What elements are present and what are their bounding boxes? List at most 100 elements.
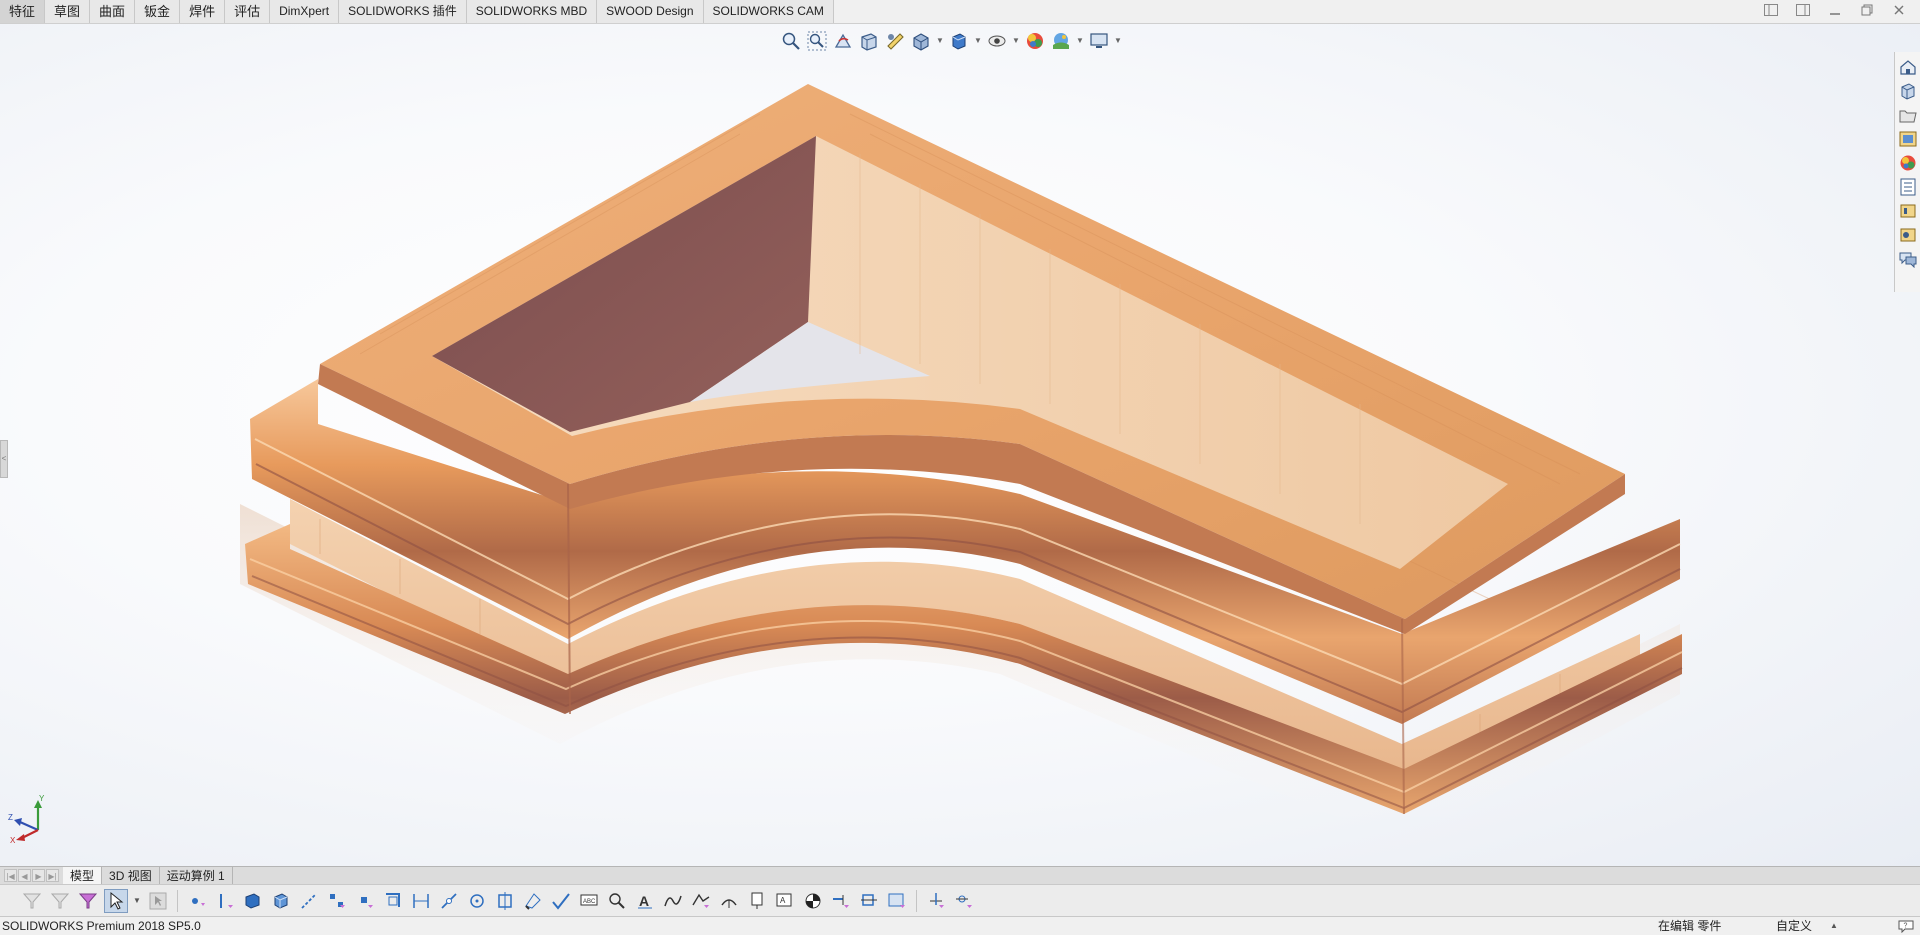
swood-icon[interactable] bbox=[1897, 224, 1919, 245]
edit-appearance-icon[interactable] bbox=[1024, 30, 1046, 52]
tab-evaluate[interactable]: 评估 bbox=[225, 0, 271, 23]
apply-scene-icon[interactable] bbox=[1050, 30, 1072, 52]
select-dimension-icon[interactable] bbox=[409, 889, 433, 913]
units-selector[interactable]: 自定义 bbox=[1776, 917, 1812, 935]
file-explorer-icon[interactable] bbox=[1897, 104, 1919, 125]
tab-model[interactable]: 模型 bbox=[63, 866, 103, 885]
select-vertex-icon[interactable] bbox=[185, 889, 209, 913]
tab-features[interactable]: 特征 bbox=[0, 0, 46, 23]
heads-up-view-toolbar: ▼ ▼ ▼ ▼ ▼ bbox=[780, 28, 1122, 54]
select-center-mark-icon[interactable] bbox=[924, 889, 948, 913]
tab-weldments[interactable]: 焊件 bbox=[180, 0, 226, 23]
command-manager-tabs: 特征 草图 曲面 钣金 焊件 评估 DimXpert SOLIDWORKS 插件… bbox=[0, 0, 1920, 24]
display-style-caret[interactable]: ▼ bbox=[974, 30, 982, 52]
svg-text:A: A bbox=[639, 893, 649, 909]
toolbar-separator bbox=[177, 889, 178, 912]
view-orientation-caret[interactable]: ▼ bbox=[936, 30, 944, 52]
select-surface-body-icon[interactable] bbox=[689, 889, 713, 913]
graphics-area[interactable]: ▼ ▼ ▼ ▼ ▼ < Y Z X bbox=[0, 24, 1920, 866]
comments-icon[interactable] bbox=[1897, 248, 1919, 269]
view-settings-caret[interactable]: ▼ bbox=[1114, 30, 1122, 52]
triad-y-label: Y bbox=[39, 794, 45, 803]
select-pointer-icon[interactable] bbox=[104, 888, 128, 913]
previous-view-icon[interactable] bbox=[832, 30, 854, 52]
select-face-icon[interactable] bbox=[241, 889, 265, 913]
svg-text:ABC: ABC bbox=[583, 899, 596, 905]
tab-sketch[interactable]: 草图 bbox=[45, 0, 91, 23]
filter-toggle-icon[interactable] bbox=[48, 889, 72, 913]
select-datum-icon[interactable] bbox=[745, 889, 769, 913]
units-caret-icon[interactable]: ▲ bbox=[1830, 917, 1838, 935]
selection-filter-icon[interactable] bbox=[76, 889, 100, 913]
custom-properties-icon[interactable] bbox=[1897, 176, 1919, 197]
feature-manager-expand-handle[interactable]: < bbox=[0, 440, 8, 478]
tab-solidworks-addins[interactable]: SOLIDWORKS 插件 bbox=[339, 0, 467, 23]
display-style-icon[interactable] bbox=[948, 30, 970, 52]
design-library-icon[interactable] bbox=[1897, 80, 1919, 101]
tile-left-icon[interactable] bbox=[1762, 4, 1780, 20]
section-view-icon[interactable] bbox=[858, 30, 880, 52]
tab-surfaces[interactable]: 曲面 bbox=[90, 0, 136, 23]
next-tab-icon[interactable]: ▶ bbox=[32, 869, 45, 882]
select-plane-icon[interactable] bbox=[493, 889, 517, 913]
quick-tips-icon[interactable]: ? bbox=[1898, 919, 1914, 933]
tab-dimxpert[interactable]: DimXpert bbox=[270, 0, 340, 23]
status-bar: SOLIDWORKS Premium 2018 SP5.0 在编辑 零件 自定义… bbox=[0, 916, 1920, 935]
zoom-to-fit-icon[interactable] bbox=[780, 30, 802, 52]
wood-box-model[interactable] bbox=[0, 24, 1920, 866]
svg-text:?: ? bbox=[1904, 923, 1908, 930]
select-annotation-icon[interactable] bbox=[605, 889, 629, 913]
select-table-icon[interactable] bbox=[885, 889, 909, 913]
restore-icon[interactable] bbox=[1858, 4, 1876, 20]
select-body-icon[interactable] bbox=[269, 889, 293, 913]
hide-show-items-caret[interactable]: ▼ bbox=[1012, 30, 1020, 52]
select-midpoint-icon[interactable] bbox=[353, 889, 377, 913]
select-sketch-point-icon[interactable] bbox=[325, 889, 349, 913]
zoom-to-area-icon[interactable] bbox=[806, 30, 828, 52]
tab-sheet-metal[interactable]: 钣金 bbox=[135, 0, 181, 23]
select-text-icon[interactable]: A bbox=[633, 889, 657, 913]
select-other-icon[interactable] bbox=[146, 889, 170, 913]
minimize-icon[interactable] bbox=[1826, 4, 1844, 20]
last-tab-icon[interactable]: ▶| bbox=[46, 869, 59, 882]
select-spline-icon[interactable] bbox=[661, 889, 685, 913]
task-pane bbox=[1894, 52, 1920, 292]
select-axis-icon[interactable] bbox=[465, 889, 489, 913]
appearances-scenes-icon[interactable] bbox=[1897, 152, 1919, 173]
first-tab-icon[interactable]: |◀ bbox=[4, 869, 17, 882]
toolbar-separator bbox=[916, 889, 917, 912]
close-icon[interactable] bbox=[1890, 4, 1908, 20]
apply-scene-caret[interactable]: ▼ bbox=[1076, 30, 1084, 52]
hide-show-items-icon[interactable] bbox=[986, 30, 1008, 52]
tab-solidworks-cam[interactable]: SOLIDWORKS CAM bbox=[703, 0, 834, 23]
view-palette-icon[interactable] bbox=[1897, 128, 1919, 149]
select-coordinate-icon[interactable] bbox=[549, 889, 573, 913]
prev-tab-icon[interactable]: ◀ bbox=[18, 869, 31, 882]
view-orientation-icon[interactable] bbox=[910, 30, 932, 52]
tab-3d-views[interactable]: 3D 视图 bbox=[102, 866, 160, 885]
triad-z-label: Z bbox=[8, 813, 13, 822]
select-note-icon[interactable]: ABC bbox=[577, 889, 601, 913]
dynamic-annotation-icon[interactable] bbox=[884, 30, 906, 52]
tab-swood-design[interactable]: SWOOD Design bbox=[597, 0, 704, 23]
select-centerline-icon[interactable] bbox=[952, 889, 976, 913]
select-dropdown-icon[interactable]: ▼ bbox=[132, 889, 142, 913]
select-surface-icon[interactable] bbox=[381, 889, 405, 913]
select-block-icon[interactable] bbox=[829, 889, 853, 913]
select-origin-icon[interactable] bbox=[521, 889, 545, 913]
select-hole-callout-icon[interactable] bbox=[857, 889, 881, 913]
solidworks-forum-icon[interactable] bbox=[1897, 200, 1919, 221]
filter-icon[interactable] bbox=[20, 889, 44, 913]
tab-solidworks-mbd[interactable]: SOLIDWORKS MBD bbox=[466, 0, 598, 23]
view-settings-icon[interactable] bbox=[1088, 30, 1110, 52]
tile-right-icon[interactable] bbox=[1794, 4, 1812, 20]
tab-motion-study-1[interactable]: 运动算例 1 bbox=[160, 866, 233, 885]
solidworks-resources-icon[interactable] bbox=[1897, 56, 1919, 77]
select-curve-icon[interactable] bbox=[437, 889, 461, 913]
select-weld-icon[interactable] bbox=[717, 889, 741, 913]
select-balloon-icon[interactable] bbox=[801, 889, 825, 913]
select-surface-finish-icon[interactable]: A bbox=[773, 889, 797, 913]
select-edge-icon[interactable] bbox=[213, 889, 237, 913]
model-view-tabs: |◀ ◀ ▶ ▶| 模型 3D 视图 运动算例 1 bbox=[0, 866, 1920, 885]
select-sketch-segment-icon[interactable] bbox=[297, 889, 321, 913]
